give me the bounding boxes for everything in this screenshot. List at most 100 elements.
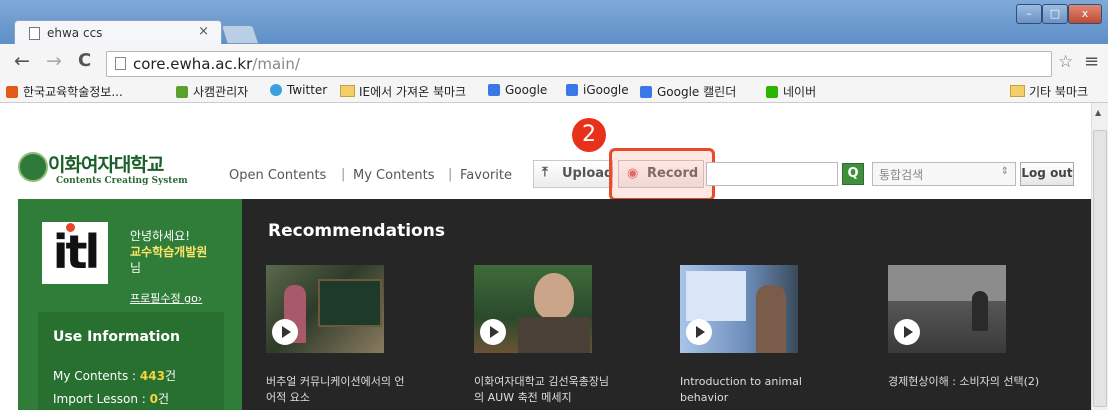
google-icon	[488, 84, 500, 96]
lecture-hall-ceiling	[888, 265, 1006, 301]
forward-arrow-icon[interactable]: →	[46, 50, 62, 72]
menu-icon[interactable]: ≡	[1084, 51, 1099, 72]
minimize-button[interactable]: –	[1016, 4, 1042, 24]
video-caption[interactable]: Introduction to animal behavior	[680, 374, 820, 406]
play-icon[interactable]	[272, 319, 298, 345]
search-scope-select[interactable]: 통합검색 ⇕	[872, 162, 1016, 186]
university-emblem-icon[interactable]	[18, 152, 48, 182]
bookmark-icon	[6, 86, 18, 98]
nav-separator: |	[448, 167, 453, 182]
bookmark-item[interactable]: 사캠관리자	[176, 83, 248, 100]
greeting-suffix: 님	[130, 261, 142, 275]
stat-unit: 건	[164, 369, 177, 383]
address-url: core.ewha.ac.kr/main/	[133, 55, 300, 73]
nav-my-contents[interactable]: My Contents	[353, 168, 435, 183]
bookmark-label: IE에서 가져온 북마크	[359, 85, 467, 99]
video-caption[interactable]: 버추얼 커뮤니케이션에서의 언어적 요소	[266, 374, 406, 406]
presenter-figure	[756, 285, 786, 353]
site-logo-subtitle: Contents Creating System	[56, 176, 188, 186]
greeting: 안녕하세요! 교수학습개발원 님	[130, 228, 207, 276]
greeting-name: 교수학습개발원	[130, 245, 208, 259]
bookmark-item[interactable]: Google	[488, 83, 547, 97]
stat-import-lesson: Import Lesson : 0건	[53, 390, 169, 407]
stat-my-contents: My Contents : 443건	[53, 367, 176, 384]
stat-value[interactable]: 0	[150, 392, 158, 406]
nav-favorite[interactable]: Favorite	[460, 168, 512, 183]
video-thumbnail[interactable]	[680, 265, 798, 353]
calendar-icon	[640, 86, 652, 98]
bookmark-item[interactable]: 네이버	[766, 83, 816, 100]
bookmark-star-icon[interactable]: ☆	[1058, 52, 1073, 72]
bookmark-item[interactable]: 한국교육학술정보...	[6, 83, 123, 100]
logout-button[interactable]: Log out	[1020, 162, 1074, 186]
bookmark-label: Google 캘린더	[657, 85, 737, 99]
video-thumbnail[interactable]	[888, 265, 1006, 353]
bookmark-item[interactable]: IE에서 가져온 북마크	[340, 83, 466, 100]
speaker-body	[518, 317, 590, 353]
bookmark-label: 한국교육학술정보...	[23, 85, 123, 99]
chalkboard	[318, 279, 382, 327]
play-icon[interactable]	[480, 319, 506, 345]
itl-logo: itl	[42, 222, 108, 284]
upload-icon: ⤒	[542, 165, 548, 180]
bookmarks-bar: 한국교육학술정보... 사캠관리자 Twitter IE에서 가져온 북마크 G…	[0, 80, 1108, 103]
video-caption[interactable]: 경제현상이해 : 소비자의 선택(2)	[888, 374, 1078, 390]
bookmark-item[interactable]: iGoogle	[566, 83, 629, 97]
maximize-button[interactable]: □	[1042, 4, 1068, 24]
folder-icon	[1010, 85, 1025, 97]
play-icon[interactable]	[686, 319, 712, 345]
bookmark-label: 기타 북마크	[1029, 85, 1089, 99]
browser-tab[interactable]: ehwa ccs ×	[14, 20, 222, 45]
back-arrow-icon[interactable]: ←	[14, 50, 30, 72]
step-number-badge: 2	[572, 118, 606, 152]
bookmark-label: Google	[505, 83, 548, 97]
tab-close-icon[interactable]: ×	[198, 24, 209, 39]
nav-separator: |	[341, 167, 346, 182]
itl-logo-dot	[66, 223, 75, 232]
lecturer-figure	[972, 291, 988, 331]
video-thumbnail[interactable]	[266, 265, 384, 353]
reload-icon[interactable]: C	[78, 50, 91, 71]
url-path: /main/	[252, 55, 300, 73]
naver-icon	[766, 86, 778, 98]
folder-icon	[340, 85, 355, 97]
bookmark-label: iGoogle	[583, 83, 629, 97]
stat-label: Import Lesson :	[53, 392, 150, 406]
page-icon	[29, 27, 40, 40]
scope-selected-value: 통합검색	[879, 168, 924, 182]
bookmark-item[interactable]: Google 캘린더	[640, 83, 736, 100]
twitter-icon	[270, 84, 282, 96]
greeting-hello: 안녕하세요!	[130, 229, 191, 243]
upload-label: Upload	[562, 166, 614, 181]
tab-title: ehwa ccs	[47, 26, 103, 40]
profile-edit-link[interactable]: 프로필수정 go›	[130, 290, 202, 306]
video-thumbnail[interactable]	[474, 265, 592, 353]
bookmark-other[interactable]: 기타 북마크	[1010, 83, 1088, 100]
search-input[interactable]	[706, 162, 838, 186]
site-logo-title[interactable]: 이화여자대학교	[48, 150, 164, 177]
stat-unit: 건	[157, 392, 170, 406]
nav-open-contents[interactable]: Open Contents	[229, 168, 326, 183]
bookmark-label: 네이버	[783, 85, 817, 99]
bookmark-icon	[176, 86, 188, 98]
google-icon	[566, 84, 578, 96]
address-bar[interactable]: core.ewha.ac.kr/main/	[106, 51, 1052, 77]
bookmark-item[interactable]: Twitter	[270, 83, 327, 97]
select-arrows-icon: ⇕	[1000, 166, 1009, 177]
close-window-button[interactable]: x	[1068, 4, 1102, 24]
stat-value[interactable]: 443	[140, 369, 165, 383]
url-host: core.ewha.ac.kr	[133, 55, 253, 73]
bookmark-label: 사캠관리자	[193, 85, 249, 99]
scroll-up-icon[interactable]: ▲	[1095, 108, 1101, 117]
speaker-face	[534, 273, 574, 319]
play-icon[interactable]	[894, 319, 920, 345]
record-highlight-box	[609, 148, 715, 201]
recommendations-title: Recommendations	[268, 221, 445, 241]
new-tab-button[interactable]	[220, 25, 260, 44]
upload-button[interactable]: ⤒ Upload	[533, 160, 613, 188]
video-caption[interactable]: 이화여자대학교 김선욱총장님의 AUW 축전 메세지	[474, 374, 614, 406]
page-icon	[115, 57, 126, 70]
search-icon[interactable]: Q	[842, 163, 864, 185]
scrollbar-thumb[interactable]	[1093, 130, 1107, 407]
stat-label: My Contents :	[53, 369, 140, 383]
